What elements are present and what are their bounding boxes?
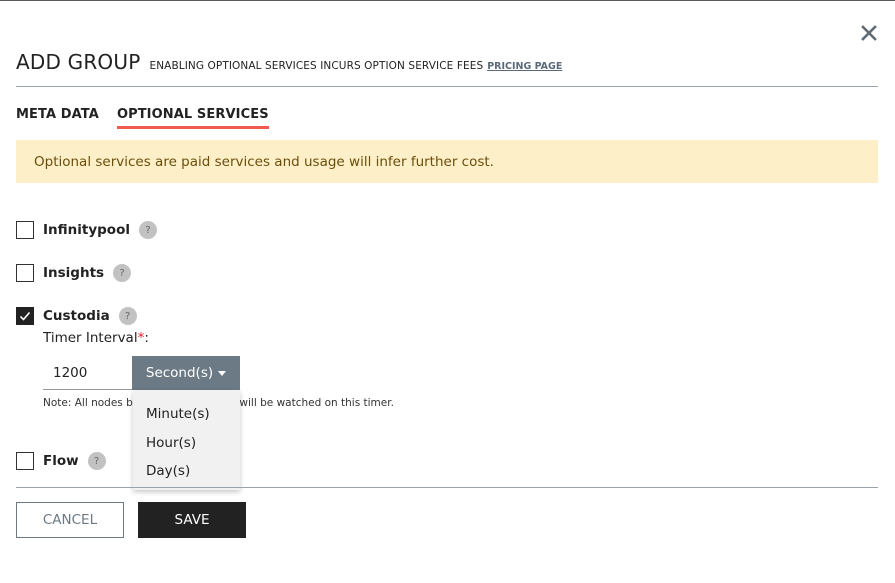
caret-down-icon [218,370,227,376]
service-label: Infinitypool [43,222,130,238]
help-icon[interactable]: ? [87,452,106,470]
header-divider [16,86,878,87]
service-label: Insights [43,265,105,281]
help-icon[interactable]: ? [113,264,132,282]
insights-checkbox[interactable] [16,264,34,282]
menu-item-days[interactable]: Day(s) [133,457,240,486]
pricing-page-link[interactable]: PRICING PAGE [487,61,562,72]
service-custodia: Custodia ? [16,307,137,325]
time-unit-menu: Minute(s) Hour(s) Day(s) [133,390,240,490]
time-unit-dropdown[interactable]: Second(s) [132,356,240,390]
cost-warning-alert: Optional services are paid services and … [16,140,878,183]
note-text-tail: up will be watched on this timer. [222,397,394,409]
close-button[interactable] [858,22,880,44]
dialog-title: ADD GROUP [16,50,141,74]
menu-item-minutes[interactable]: Minute(s) [133,400,240,429]
service-flow: Flow ? [16,452,106,470]
alert-text: Optional services are paid services and … [34,153,494,170]
timer-interval-label: Timer Interval*: [43,330,149,346]
service-infinitypool: Infinitypool ? [16,221,157,239]
flow-checkbox[interactable] [16,452,34,470]
infinitypool-checkbox[interactable] [16,221,34,239]
dialog-header: ADD GROUP ENABLING OPTIONAL SERVICES INC… [16,50,562,74]
custodia-checkbox[interactable] [16,307,34,325]
window-top-border [0,0,895,1]
tab-optional-services[interactable]: OPTIONAL SERVICES [116,107,269,129]
timer-label-text: Timer Interval [43,330,138,346]
close-icon [861,25,877,41]
selected-unit: Second(s) [145,365,214,381]
service-label: Custodia [43,308,110,324]
save-button[interactable]: SAVE [138,502,246,538]
cancel-button[interactable]: CANCEL [16,502,124,538]
dialog-subtitle: ENABLING OPTIONAL SERVICES INCURS OPTION… [149,60,484,72]
note-text: Note: All nodes b [43,397,133,409]
tab-bar: META DATA OPTIONAL SERVICES [16,107,287,129]
service-insights: Insights ? [16,264,132,282]
help-icon[interactable]: ? [138,221,157,239]
menu-item-hours[interactable]: Hour(s) [133,429,240,458]
label-colon: : [144,330,149,346]
timer-interval-input[interactable] [43,357,133,390]
footer-divider [16,487,878,488]
checkmark-icon [19,311,31,321]
service-label: Flow [43,453,79,469]
help-icon[interactable]: ? [118,307,137,325]
tab-meta-data[interactable]: META DATA [16,107,99,129]
